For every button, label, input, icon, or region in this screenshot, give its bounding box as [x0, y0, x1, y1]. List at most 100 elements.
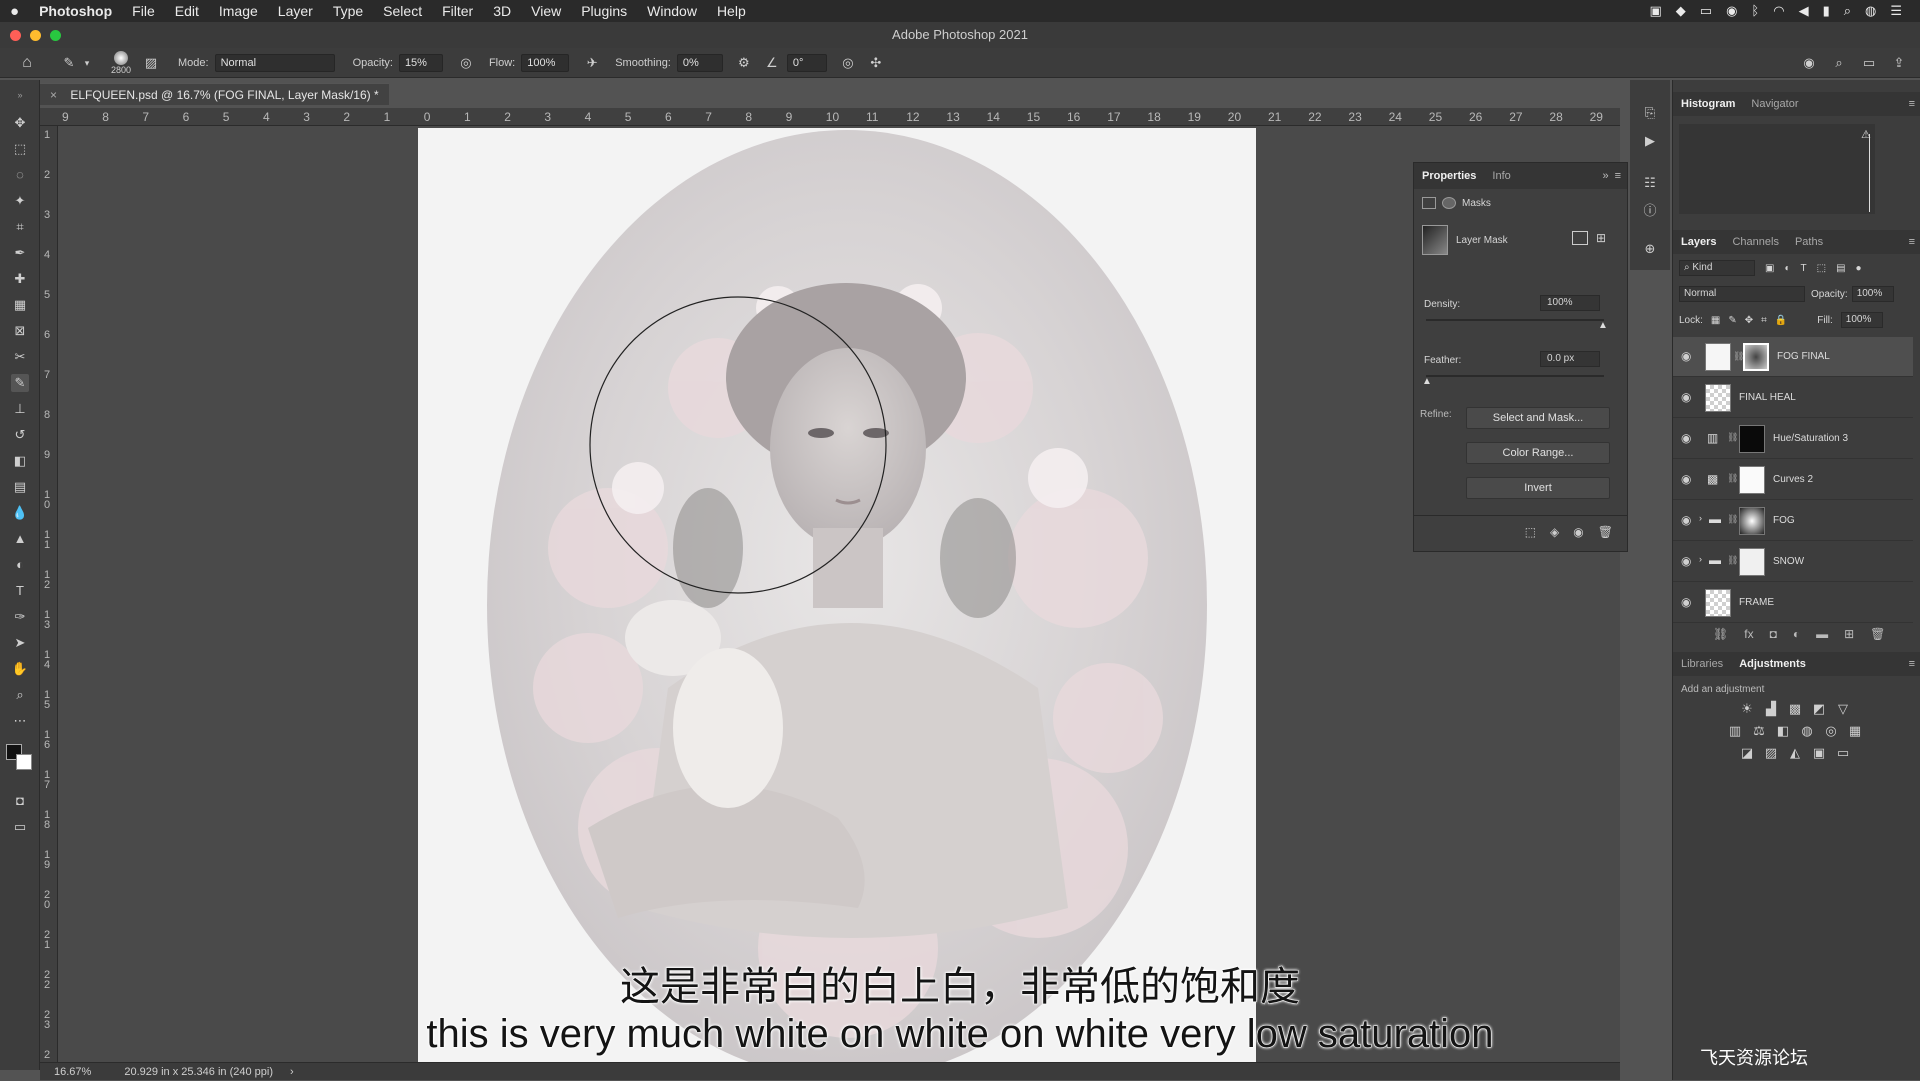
- layer-mask-thumbnail[interactable]: [1743, 343, 1769, 371]
- search-icon[interactable]: ⌕: [1830, 54, 1848, 72]
- fill-field[interactable]: 100%: [1840, 312, 1883, 328]
- mask-thumbnail[interactable]: [1422, 225, 1448, 255]
- add-vector-mask-icon[interactable]: ⊞: [1596, 231, 1606, 245]
- layer-name[interactable]: FINAL HEAL: [1739, 392, 1796, 403]
- feather-slider-thumb[interactable]: ▲: [1422, 376, 1432, 387]
- workspace-icon[interactable]: ▭: [1860, 54, 1878, 72]
- fx-icon[interactable]: fx: [1744, 627, 1753, 641]
- layer-name[interactable]: FOG: [1773, 515, 1795, 526]
- history-brush-tool-icon[interactable]: ↺: [11, 426, 29, 444]
- layer-visibility-eye-icon[interactable]: ◉: [1681, 554, 1691, 568]
- zoom-tool-icon[interactable]: ⌕: [11, 686, 29, 704]
- screen-mode-icon[interactable]: ▭: [11, 818, 29, 836]
- lock-position-icon[interactable]: ✥: [1745, 315, 1753, 326]
- zoom-level[interactable]: 16.67%: [54, 1066, 91, 1078]
- home-icon[interactable]: ⌂: [18, 54, 36, 72]
- volume-icon[interactable]: ◀: [1799, 3, 1809, 19]
- document-canvas[interactable]: [418, 128, 1256, 1063]
- layer-mask-thumbnail[interactable]: [1739, 507, 1765, 535]
- tab-libraries[interactable]: Libraries: [1673, 658, 1731, 670]
- pressure-size-icon[interactable]: ◎: [839, 54, 857, 72]
- hand-tool-icon[interactable]: ✋: [11, 660, 29, 678]
- menu-type[interactable]: Type: [323, 3, 373, 19]
- menu-view[interactable]: View: [521, 3, 571, 19]
- filter-shape-icon[interactable]: ⬚: [1817, 263, 1826, 274]
- menu-help[interactable]: Help: [707, 3, 756, 19]
- histogram-menu-icon[interactable]: ≡: [1909, 98, 1920, 110]
- tab-paths[interactable]: Paths: [1787, 236, 1831, 248]
- menu-photoshop[interactable]: Photoshop: [29, 3, 122, 19]
- flow-field[interactable]: 100%: [521, 53, 570, 72]
- link-layers-icon[interactable]: ⛓: [1713, 627, 1728, 641]
- lock-transparent-icon[interactable]: ▦: [1711, 315, 1720, 326]
- brush-tool-icon[interactable]: ✎: [60, 54, 78, 72]
- channel-mixer-icon[interactable]: ◎: [1822, 722, 1840, 740]
- patch-tool-icon[interactable]: ▦: [11, 296, 29, 314]
- layer-thumbnail[interactable]: [1705, 589, 1731, 617]
- gradient-map-icon[interactable]: ▭: [1834, 744, 1852, 762]
- brush-preset-picker[interactable]: 2800: [106, 50, 136, 75]
- crop-tool-icon[interactable]: ⌗: [11, 218, 29, 236]
- brush-settings-icon[interactable]: ▨: [142, 54, 160, 72]
- posterize-icon[interactable]: ▨: [1762, 744, 1780, 762]
- layer-visibility-eye-icon[interactable]: ◉: [1681, 390, 1691, 404]
- layer-name[interactable]: Curves 2: [1773, 474, 1813, 485]
- tab-layers[interactable]: Layers: [1673, 236, 1724, 248]
- actions-panel-icon[interactable]: ▶: [1641, 132, 1659, 150]
- chevron-right-icon[interactable]: ›: [290, 1066, 294, 1078]
- lock-artboard-icon[interactable]: ⌗: [1761, 315, 1767, 326]
- exposure-icon[interactable]: ◩: [1810, 700, 1828, 718]
- chevron-down-icon[interactable]: ▾: [78, 54, 96, 72]
- properties-panel-icon[interactable]: ☷: [1641, 174, 1659, 192]
- eraser-tool-icon[interactable]: ◧: [11, 452, 29, 470]
- menu-image[interactable]: Image: [209, 3, 268, 19]
- sharpen-tool-icon[interactable]: ▲: [11, 530, 29, 548]
- visibility-eye-icon[interactable]: ◉: [1573, 525, 1583, 539]
- mask-icon[interactable]: [1442, 197, 1456, 209]
- clone-stamp-tool-icon[interactable]: ⊥: [11, 400, 29, 418]
- feather-slider-track[interactable]: [1426, 375, 1604, 377]
- brush-tool-active-icon[interactable]: ✎: [11, 374, 29, 392]
- add-mask-icon[interactable]: ◘: [1770, 627, 1777, 641]
- layer-opacity-field[interactable]: 100%: [1851, 286, 1894, 302]
- filter-type-icon[interactable]: T: [1801, 263, 1807, 274]
- layer-name[interactable]: FRAME: [1739, 597, 1774, 608]
- menu-layer[interactable]: Layer: [268, 3, 323, 19]
- color-range-button[interactable]: Color Range...: [1466, 442, 1610, 464]
- angle-field[interactable]: 0°: [786, 53, 827, 72]
- layer-visibility-eye-icon[interactable]: ◉: [1681, 472, 1691, 486]
- lock-all-icon[interactable]: 🔒: [1775, 315, 1787, 326]
- link-icon[interactable]: ⛓: [1727, 432, 1738, 443]
- blend-mode-select[interactable]: Normal: [1679, 286, 1805, 302]
- menu-plugins[interactable]: Plugins: [571, 3, 637, 19]
- layer-name[interactable]: Hue/Saturation 3: [1773, 433, 1848, 444]
- lasso-tool-icon[interactable]: ◌: [11, 166, 29, 184]
- layer-mask-thumbnail[interactable]: [1739, 548, 1765, 576]
- pressure-opacity-icon[interactable]: ◎: [457, 54, 475, 72]
- opacity-field[interactable]: 15%: [398, 53, 443, 72]
- sync-icon[interactable]: ◉: [1726, 3, 1737, 19]
- feather-field[interactable]: 0.0 px: [1540, 351, 1600, 367]
- notification-center-icon[interactable]: ☰: [1890, 3, 1902, 19]
- color-balance-icon[interactable]: ⚖: [1750, 722, 1768, 740]
- dodge-tool-icon[interactable]: ◐: [11, 556, 29, 574]
- gear-icon[interactable]: ⚙: [735, 54, 753, 72]
- menu-3d[interactable]: 3D: [483, 3, 521, 19]
- dropbox-icon[interactable]: ◆: [1676, 3, 1686, 19]
- tab-histogram[interactable]: Histogram: [1673, 98, 1743, 110]
- layers-menu-icon[interactable]: ≡: [1909, 236, 1920, 248]
- layer-visibility-eye-icon[interactable]: ◉: [1681, 431, 1691, 445]
- apply-mask-icon[interactable]: ◈: [1550, 525, 1559, 539]
- adjustments-menu-icon[interactable]: ≡: [1909, 658, 1920, 670]
- layer-thumbnail[interactable]: [1705, 384, 1731, 412]
- symmetry-icon[interactable]: ✣: [867, 54, 885, 72]
- battery-icon[interactable]: ▮: [1823, 3, 1830, 19]
- close-tab-icon[interactable]: ×: [50, 88, 57, 102]
- info-panel-icon[interactable]: ⓘ: [1641, 202, 1659, 220]
- lock-pixels-icon[interactable]: ✎: [1728, 315, 1736, 326]
- vibrance-icon[interactable]: ▽: [1834, 700, 1852, 718]
- filter-pixel-icon[interactable]: ▣: [1765, 263, 1774, 274]
- density-field[interactable]: 100%: [1540, 295, 1600, 311]
- tab-properties[interactable]: Properties: [1414, 170, 1484, 182]
- spotlight-search-icon[interactable]: ⌕: [1844, 3, 1851, 19]
